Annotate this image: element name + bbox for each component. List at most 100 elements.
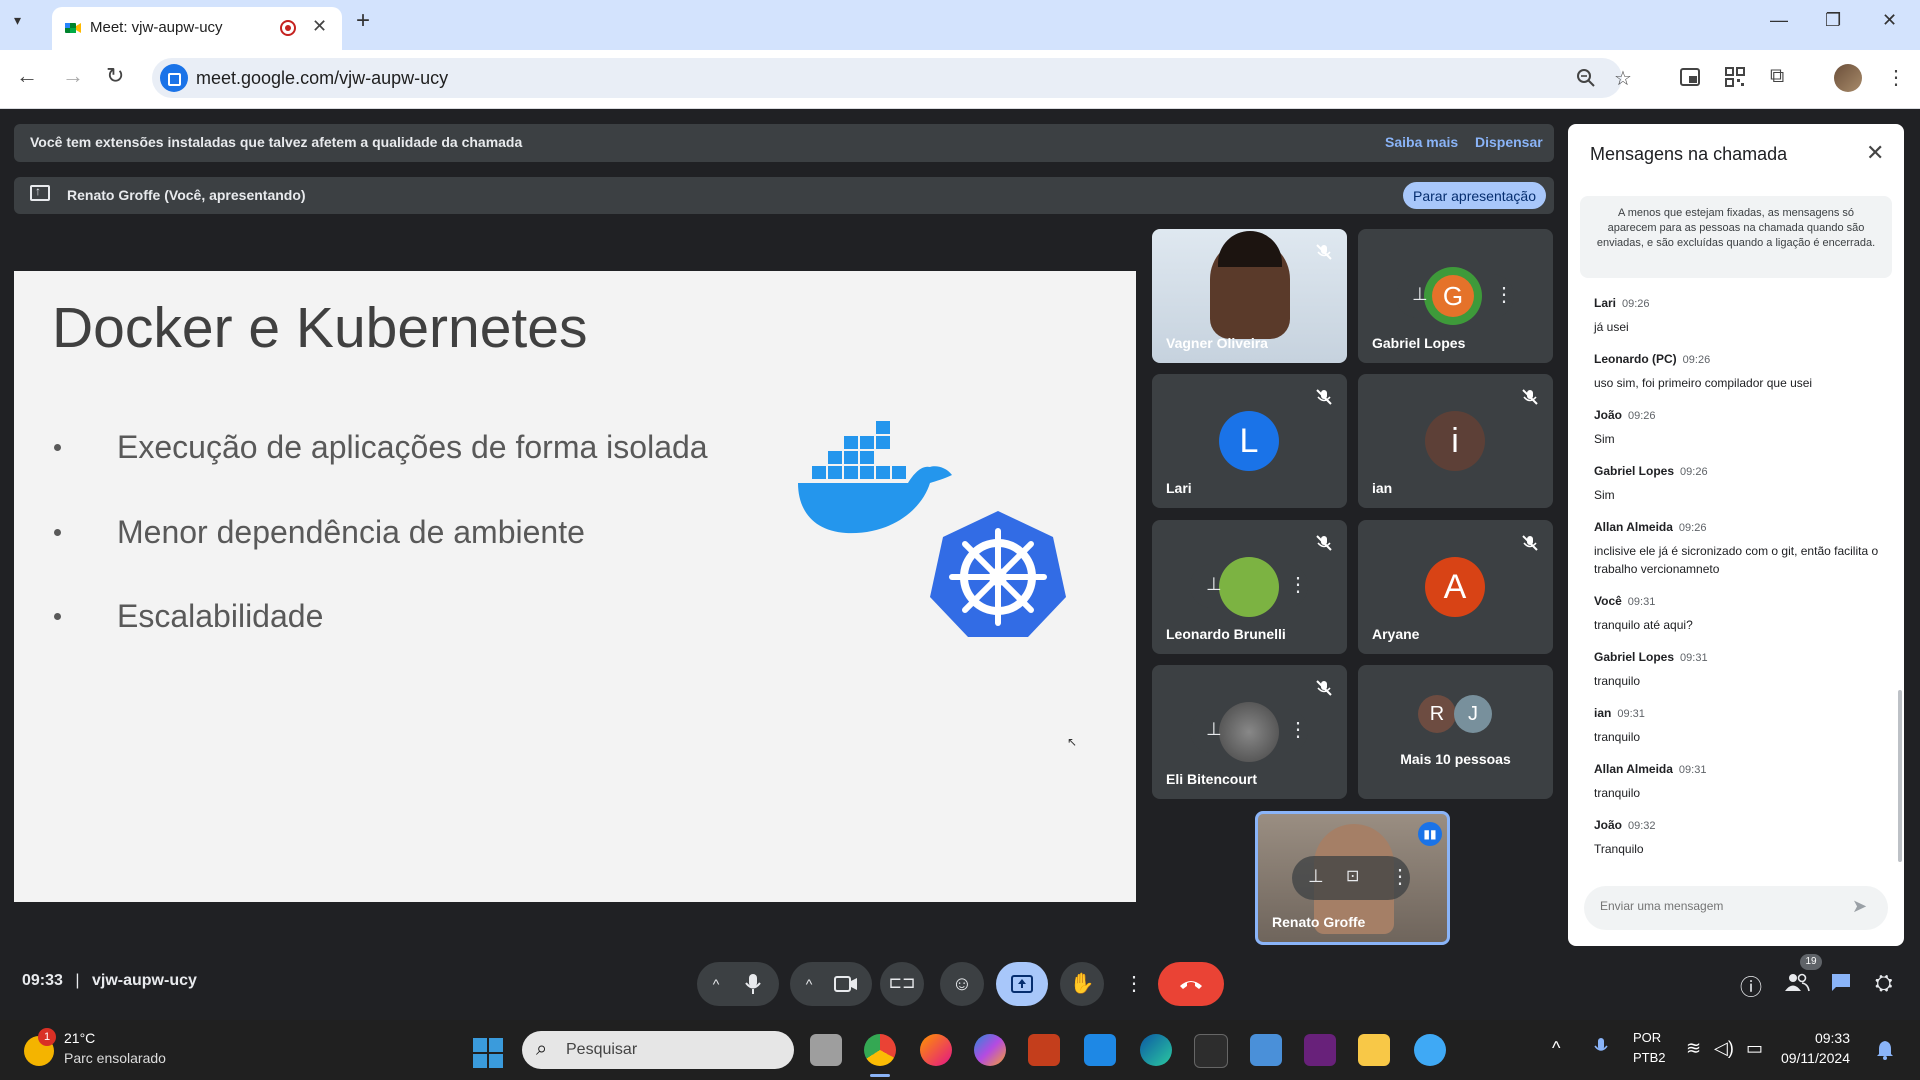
pin-icon[interactable]: ⊥ (1206, 719, 1222, 740)
video-options-chevron-icon[interactable]: ^ (798, 962, 820, 1006)
bookmark-star-icon[interactable]: ☆ (1614, 66, 1632, 91)
avatar: A (1425, 557, 1485, 617)
more-options-icon[interactable]: ⋮ (1288, 717, 1308, 742)
more-options-icon[interactable]: ⋮ (1288, 572, 1308, 597)
windows-start-icon[interactable] (473, 1038, 503, 1068)
pin-icon[interactable]: ⊥ (1206, 574, 1222, 595)
bullet-text: Menor dependência de ambiente (117, 514, 585, 550)
participant-tile[interactable]: ⊥ ⋮ Leonardo Brunelli (1152, 520, 1347, 654)
app-grid-icon[interactable] (1250, 1034, 1282, 1066)
reactions-button[interactable]: ☺ (940, 962, 984, 1006)
more-options-icon[interactable]: ⋮ (1494, 282, 1514, 307)
more-people-tile[interactable]: R J Mais 10 pessoas (1358, 665, 1553, 799)
microphone-tray-icon[interactable] (1594, 1038, 1608, 1058)
people-count-badge: 19 (1800, 954, 1822, 970)
camera-icon[interactable] (834, 976, 858, 992)
file-explorer-icon[interactable] (1358, 1034, 1390, 1066)
more-options-icon[interactable]: ⋮ (1390, 864, 1410, 889)
leave-call-button[interactable] (1158, 962, 1224, 1006)
show-hidden-icons-chevron[interactable]: ^ (1552, 1038, 1560, 1059)
powerpoint-icon[interactable] (1028, 1034, 1060, 1066)
keyboard-layout[interactable]: PTB2 (1633, 1050, 1666, 1065)
site-info-icon[interactable] (160, 64, 188, 92)
send-icon[interactable]: ➤ (1852, 896, 1867, 917)
pin-icon[interactable]: ⊥ (1412, 284, 1428, 305)
terminal-icon[interactable] (1194, 1034, 1228, 1068)
chat-icon[interactable] (1830, 972, 1852, 992)
raise-hand-button[interactable]: ✋ (1060, 962, 1104, 1006)
message-sender: Leonardo (PC) (1594, 352, 1677, 366)
minimize-icon[interactable]: — (1770, 10, 1788, 31)
recording-icon (280, 20, 296, 36)
meeting-details-icon[interactable]: ⓘ (1740, 970, 1762, 1002)
close-tab-icon[interactable]: ✕ (312, 16, 327, 37)
copilot-icon[interactable] (974, 1034, 1006, 1066)
chat-message-input[interactable] (1598, 898, 1842, 914)
clock-time[interactable]: 09:33 (1760, 1030, 1850, 1046)
edge-icon[interactable] (1140, 1034, 1172, 1066)
visual-studio-icon[interactable] (1304, 1034, 1336, 1066)
warning-text: Você tem extensões instaladas que talvez… (30, 134, 523, 150)
dismiss-link[interactable]: Dispensar (1475, 134, 1543, 150)
reload-icon[interactable]: ↻ (106, 65, 124, 87)
back-icon[interactable]: ← (16, 65, 38, 87)
app-icon[interactable] (1414, 1034, 1446, 1066)
input-language[interactable]: POR (1633, 1030, 1661, 1045)
learn-more-link[interactable]: Saiba mais (1385, 134, 1458, 150)
weather-temperature[interactable]: 21°C (64, 1030, 95, 1046)
present-screen-icon (30, 184, 50, 201)
microphone-icon[interactable] (745, 974, 761, 994)
meeting-code: vjw-aupw-ucy (91, 972, 197, 989)
extensions-icon[interactable]: ⧉ (1770, 65, 1784, 88)
chat-message: João 09:26 Sim (1594, 406, 1884, 448)
stop-presenting-button[interactable]: Parar apresentação (1403, 182, 1546, 209)
pin-icon[interactable]: ⊥ (1308, 866, 1324, 887)
close-window-icon[interactable]: ✕ (1882, 10, 1897, 31)
people-icon[interactable] (1784, 972, 1810, 992)
message-sender: ian (1594, 706, 1612, 720)
chat-input-box[interactable]: ➤ (1584, 886, 1888, 930)
chrome-icon[interactable] (864, 1034, 896, 1066)
frame-icon[interactable]: ⊡ (1346, 866, 1359, 886)
notification-bell-icon[interactable] (1876, 1040, 1894, 1060)
avatar: R (1418, 695, 1456, 733)
taskbar-search[interactable]: ⌕ Pesquisar (522, 1031, 794, 1069)
present-button[interactable] (996, 962, 1048, 1006)
chat-info-note: A menos que estejam fixadas, as mensagen… (1580, 196, 1892, 278)
close-chat-icon[interactable]: ✕ (1866, 140, 1884, 166)
clock-date[interactable]: 09/11/2024 (1760, 1050, 1850, 1066)
captions-button[interactable]: ⊏⊐ (880, 962, 924, 1006)
restore-icon[interactable]: ❐ (1825, 10, 1841, 31)
chat-scrollbar[interactable] (1898, 690, 1902, 862)
more-options-button[interactable]: ⋮ (1110, 962, 1158, 1006)
participant-hair (1218, 231, 1282, 267)
profile-avatar[interactable] (1834, 64, 1862, 92)
new-tab-button[interactable]: + (356, 9, 370, 33)
task-view-icon[interactable] (810, 1034, 842, 1066)
firefox-icon[interactable] (920, 1034, 952, 1066)
participant-tile[interactable]: i ian (1358, 374, 1553, 508)
wifi-icon[interactable]: ≋ (1686, 1038, 1701, 1059)
self-tile[interactable]: ⊥ ⊡ ⋮ ▮▮ Renato Groffe (1255, 811, 1450, 945)
volume-icon[interactable]: ◁) (1714, 1038, 1734, 1059)
docker-desktop-icon[interactable] (1084, 1034, 1116, 1066)
avatar (1219, 702, 1279, 762)
weather-description[interactable]: Parc ensolarado (64, 1050, 166, 1066)
participant-name: Eli Bitencourt (1166, 771, 1258, 787)
participant-tile[interactable]: ⊥ ⋮ Eli Bitencourt (1152, 665, 1347, 799)
participant-tile[interactable]: Vagner Oliveira (1152, 229, 1347, 363)
participant-tile[interactable]: L Lari (1152, 374, 1347, 508)
participant-tile[interactable]: G ⊥ ⋮ Gabriel Lopes (1358, 229, 1553, 363)
audio-options-chevron-icon[interactable]: ^ (705, 962, 727, 1006)
qr-code-icon[interactable] (1725, 67, 1745, 87)
zoom-icon[interactable] (1576, 68, 1596, 88)
address-bar[interactable]: meet.google.com/vjw-aupw-ucy ☆ (152, 58, 1632, 98)
participant-tile[interactable]: A Aryane (1358, 520, 1553, 654)
tab-search-icon[interactable]: ▾ (14, 12, 21, 29)
browser-menu-icon[interactable]: ⋮ (1886, 65, 1906, 90)
activities-icon[interactable]: ⛭ (1875, 970, 1893, 996)
picture-in-picture-icon[interactable] (1680, 68, 1700, 86)
url-text[interactable]: meet.google.com/vjw-aupw-ucy (196, 68, 448, 89)
forward-icon[interactable]: → (62, 65, 84, 87)
browser-tab[interactable]: Meet: vjw-aupw-ucy ✕ (52, 7, 342, 50)
